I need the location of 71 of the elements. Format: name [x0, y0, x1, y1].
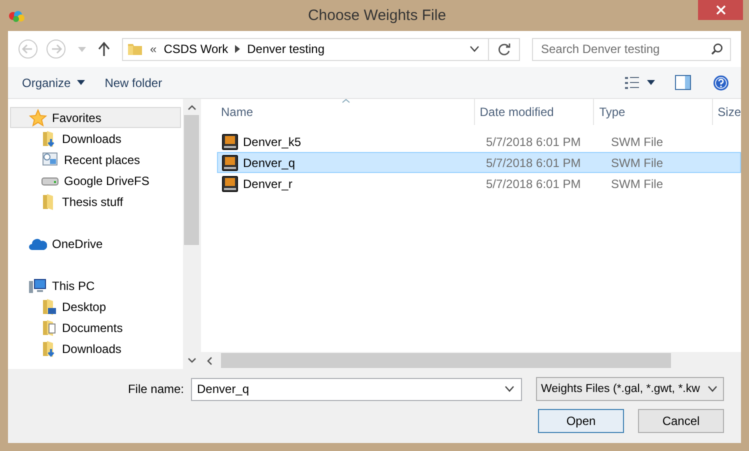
dropdown-caret-icon[interactable]: [505, 386, 514, 392]
file-icon: [222, 176, 238, 192]
type-cell-text: SWM File: [610, 176, 664, 190]
star-icon: [29, 108, 47, 126]
scrollbar-thumb[interactable]: [221, 353, 671, 368]
open-button[interactable]: Open: [538, 409, 624, 433]
close-icon: [716, 5, 726, 15]
address-bar[interactable]: « CSDS Work Denver testing: [122, 38, 520, 60]
sidebar-item[interactable]: Documents: [10, 317, 181, 338]
cancel-button[interactable]: Cancel: [638, 409, 724, 433]
refresh-icon[interactable]: [498, 42, 511, 56]
breadcrumb[interactable]: CSDS Work: [164, 42, 228, 56]
chevron-icon[interactable]: [235, 45, 240, 53]
file-name: Denver_k5: [243, 134, 302, 148]
scroll-left-icon[interactable]: [207, 356, 212, 364]
date-cell-text: 5/7/2018 6:01 PM: [485, 156, 582, 170]
preview-pane-icon[interactable]: [675, 75, 691, 90]
close-button[interactable]: [698, 0, 743, 20]
file-row[interactable]: Denver_q 5/7/2018 6:01 PM SWM File: [217, 152, 741, 173]
column-header[interactable]: Name: [201, 99, 475, 125]
dropdown-caret-icon: [708, 386, 717, 392]
file-icon: [222, 134, 238, 150]
date-cell-text: 5/7/2018 6:01 PM: [485, 134, 582, 148]
file-type-dropdown[interactable]: Weights Files (*.gal, *.gwt, *.kw: [536, 377, 724, 401]
file-icon: [222, 154, 238, 170]
sidebar-item[interactable]: Thesis stuff: [10, 191, 181, 212]
sidebar-item[interactable]: OneDrive: [10, 233, 181, 254]
scroll-down-icon[interactable]: [188, 358, 196, 363]
file-name: Denver_q: [243, 156, 296, 170]
file-name-field[interactable]: Denver_q: [191, 378, 522, 400]
sidebar-item[interactable]: Downloads: [10, 338, 181, 359]
new-folder-button[interactable]: New folder: [100, 72, 166, 92]
type-cell-text: SWM File: [610, 156, 664, 170]
search-icon: [711, 43, 723, 55]
file-name: Denver_r: [243, 176, 292, 190]
column-header[interactable]: Type: [594, 99, 713, 125]
caret-icon: [76, 80, 85, 85]
scroll-up-icon[interactable]: [188, 105, 196, 110]
organize-button[interactable]: Organize: [18, 72, 89, 92]
sidebar-item[interactable]: Favorites: [10, 107, 181, 128]
computer-icon: [29, 278, 47, 294]
breadcrumb[interactable]: Denver testing: [247, 42, 325, 56]
overflow-chevron[interactable]: «: [150, 42, 157, 56]
window-title: Choose Weights File: [306, 7, 448, 24]
view-options-icon[interactable]: [625, 76, 639, 88]
scrollbar-thumb[interactable]: [184, 115, 199, 245]
folder-icon: [41, 340, 57, 358]
dropdown-caret-icon[interactable]: [470, 46, 479, 52]
view-caret-icon[interactable]: [647, 80, 655, 85]
sidebar-item[interactable]: Downloads: [10, 128, 181, 149]
sidebar-item[interactable]: Google DriveFS: [10, 170, 181, 191]
sidebar-item[interactable]: Desktop: [10, 296, 181, 317]
date-cell-text: 5/7/2018 6:01 PM: [485, 176, 582, 190]
search-field[interactable]: Search Denver testing: [532, 38, 731, 60]
column-header[interactable]: Size: [712, 99, 741, 125]
app-icon: [8, 8, 26, 22]
cloud-icon: [29, 236, 47, 250]
folder-icon: [127, 41, 143, 57]
file-row[interactable]: Denver_r 5/7/2018 6:01 PM SWM File: [217, 173, 741, 194]
up-arrow-icon[interactable]: [98, 42, 110, 56]
folder-icon: [41, 130, 57, 148]
type-cell-text: SWM File: [610, 134, 664, 148]
column-header[interactable]: Date modified: [474, 99, 594, 125]
folder-icon: [41, 298, 57, 316]
file-name-label: File name:: [128, 382, 184, 396]
help-icon[interactable]: [713, 74, 729, 90]
sidebar-item[interactable]: Recent places: [10, 149, 181, 170]
file-row[interactable]: Denver_k5 5/7/2018 6:01 PM SWM File: [217, 131, 741, 152]
folder-icon: [41, 318, 57, 336]
recent-places-icon: [41, 152, 59, 168]
sidebar-item[interactable]: This PC: [10, 275, 181, 296]
